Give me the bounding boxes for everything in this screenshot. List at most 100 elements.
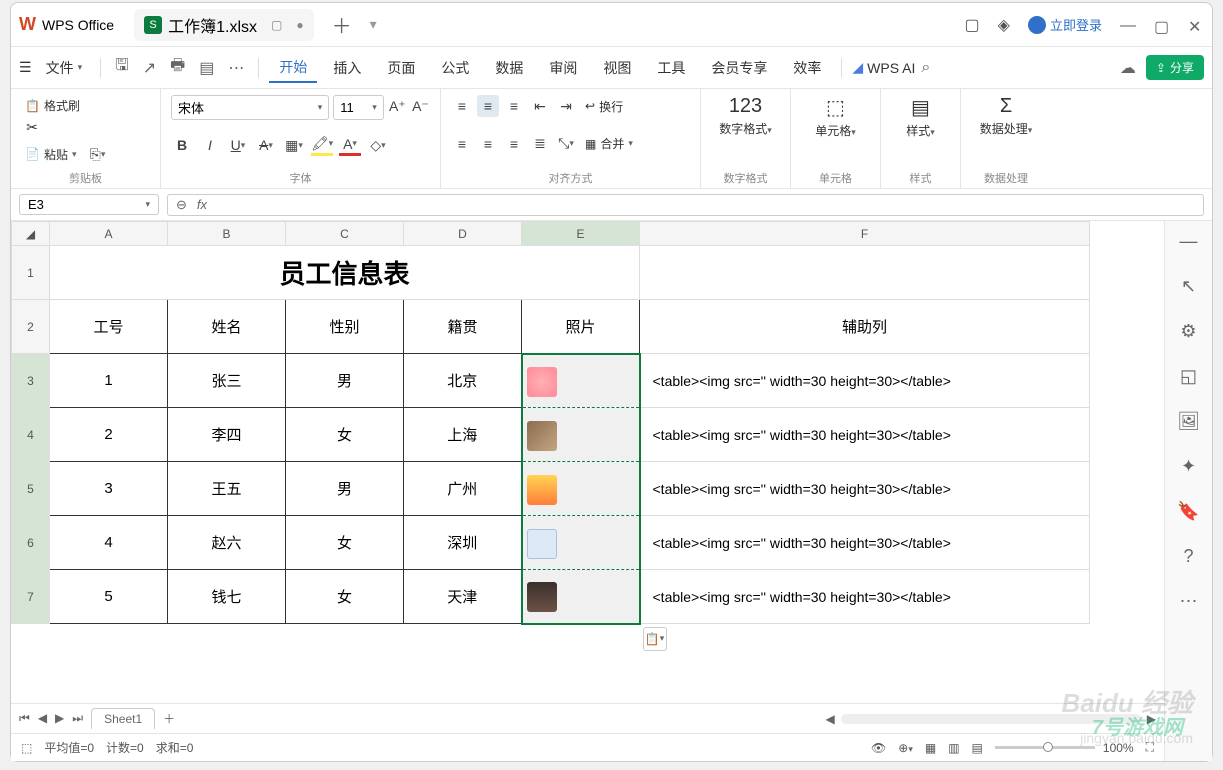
view-break-icon[interactable]: ▤ — [972, 741, 983, 755]
cell-photo[interactable] — [522, 408, 640, 462]
maximize-button[interactable]: ▢ — [1154, 17, 1170, 33]
sheet-prev-icon[interactable]: ◀ — [38, 711, 47, 726]
cell-aux[interactable]: <table><img src='' width=30 height=30></… — [640, 516, 1090, 570]
cell-photo[interactable] — [522, 354, 640, 408]
paste-button[interactable]: 📄 粘贴▾ — [21, 144, 81, 165]
cell-name[interactable]: 张三 — [168, 354, 286, 408]
menu-hamburger-icon[interactable]: ☰ — [19, 59, 32, 76]
row-header-5[interactable]: 5 — [12, 462, 50, 516]
fill-color-icon[interactable]: 🖍▾ — [311, 134, 333, 156]
login-button[interactable]: 立即登录 — [1028, 15, 1102, 34]
cell-aux[interactable]: <table><img src='' width=30 height=30></… — [640, 408, 1090, 462]
horizontal-scrollbar[interactable] — [841, 714, 1141, 724]
clear-format-icon[interactable]: ◇▾ — [367, 134, 389, 156]
side-more-icon[interactable]: ⋯ — [1180, 591, 1198, 612]
new-tab-button[interactable]: ＋ — [332, 10, 352, 39]
col-header-b[interactable]: B — [168, 222, 286, 246]
minimize-button[interactable]: — — [1120, 17, 1136, 33]
cell-name[interactable]: 钱七 — [168, 570, 286, 624]
bold-icon[interactable]: B — [171, 134, 193, 156]
cell-id[interactable]: 2 — [50, 408, 168, 462]
cell-aux[interactable]: <table><img src='' width=30 height=30></… — [640, 570, 1090, 624]
cut-icon[interactable]: ✂ — [21, 116, 43, 138]
header-photo[interactable]: 照片 — [522, 300, 640, 354]
tab-formula[interactable]: 公式 — [431, 54, 479, 82]
hscroll-left-icon[interactable]: ◀ — [826, 712, 835, 726]
side-cursor-icon[interactable]: ↖ — [1181, 276, 1196, 297]
view-page-icon[interactable]: ▥ — [948, 741, 959, 755]
record-macro-icon[interactable]: ⬚ — [21, 741, 32, 755]
wrap-button[interactable]: ↩ 换行 — [581, 96, 627, 117]
cell-place[interactable]: 深圳 — [404, 516, 522, 570]
header-name[interactable]: 姓名 — [168, 300, 286, 354]
underline-icon[interactable]: U▾ — [227, 134, 249, 156]
italic-icon[interactable]: I — [199, 134, 221, 156]
col-header-f[interactable]: F — [640, 222, 1090, 246]
header-sex[interactable]: 性别 — [286, 300, 404, 354]
add-sheet-button[interactable]: ＋ — [163, 710, 175, 727]
table-title[interactable]: 员工信息表 — [50, 246, 640, 300]
cell-name[interactable]: 王五 — [168, 462, 286, 516]
cell-id[interactable]: 4 — [50, 516, 168, 570]
tab-tools[interactable]: 工具 — [647, 54, 695, 82]
copy-icon[interactable]: ⎘▾ — [87, 143, 109, 165]
format-painter-button[interactable]: 📋 格式刷 — [21, 95, 150, 116]
tab-page[interactable]: 页面 — [377, 54, 425, 82]
view-normal-icon[interactable]: ▦ — [925, 741, 936, 755]
cell-name[interactable]: 赵六 — [168, 516, 286, 570]
side-tools-icon[interactable]: ✦ — [1181, 456, 1196, 477]
sheet-next-icon[interactable]: ▶ — [55, 711, 64, 726]
share-button[interactable]: ⇪分享 — [1146, 55, 1204, 80]
cell-id[interactable]: 1 — [50, 354, 168, 408]
merge-button[interactable]: ▦ 合并▾ — [581, 133, 637, 154]
font-name-select[interactable]: 宋体▾ — [171, 95, 329, 120]
cell-f1[interactable] — [640, 246, 1090, 300]
cloud-icon[interactable]: ☁ — [1116, 58, 1140, 78]
cell-aux[interactable]: <table><img src='' width=30 height=30></… — [640, 462, 1090, 516]
indent-right-icon[interactable]: ⇥ — [555, 95, 577, 117]
font-grow-icon[interactable]: A⁺ — [388, 95, 407, 117]
export-icon[interactable]: ↗ — [139, 58, 160, 78]
spreadsheet-grid[interactable]: ◢ A B C D E F 1 员工信息表 2 — [11, 221, 1164, 703]
font-color-icon[interactable]: A▾ — [339, 134, 361, 156]
col-header-d[interactable]: D — [404, 222, 522, 246]
data-process-button[interactable]: Σ数据处理▾ — [971, 95, 1041, 137]
cell-place[interactable]: 北京 — [404, 354, 522, 408]
tab-review[interactable]: 审阅 — [539, 54, 587, 82]
cell-sex[interactable]: 女 — [286, 408, 404, 462]
search-icon[interactable]: ⌕ — [921, 59, 930, 77]
row-header-1[interactable]: 1 — [12, 246, 50, 300]
align-top-icon[interactable]: ≡ — [451, 95, 473, 117]
side-settings-icon[interactable]: ⚙ — [1180, 321, 1196, 342]
print-icon[interactable]: 🖶 — [166, 54, 189, 81]
tab-efficiency[interactable]: 效率 — [783, 54, 831, 82]
sheet-first-icon[interactable]: ⏮ — [19, 711, 30, 726]
document-tab[interactable]: S 工作簿1.xlsx ▢ ● — [134, 9, 314, 41]
preview-icon[interactable]: ▤ — [195, 58, 218, 78]
style-button[interactable]: ▤样式▾ — [891, 95, 950, 139]
tab-menu-icon[interactable]: ▾ — [370, 16, 377, 33]
cell-sex[interactable]: 女 — [286, 516, 404, 570]
cell-photo[interactable]: 📋▾ — [522, 570, 640, 624]
header-id[interactable]: 工号 — [50, 300, 168, 354]
cell-sex[interactable]: 女 — [286, 570, 404, 624]
name-box[interactable]: E3▾ — [19, 194, 159, 215]
font-size-select[interactable]: 11▾ — [333, 95, 384, 120]
formula-input[interactable]: ⊖ fx — [167, 194, 1204, 216]
align-justify-icon[interactable]: ≣ — [529, 133, 551, 155]
side-bookmark-icon[interactable]: 🔖 — [1177, 501, 1199, 522]
cell-button[interactable]: ⬚单元格▾ — [801, 95, 870, 139]
side-image-icon[interactable]: 🖼 — [1177, 411, 1200, 432]
cell-place[interactable]: 广州 — [404, 462, 522, 516]
cell-place[interactable]: 上海 — [404, 408, 522, 462]
row-header-6[interactable]: 6 — [12, 516, 50, 570]
tab-start[interactable]: 开始 — [269, 53, 317, 83]
row-header-7[interactable]: 7 — [12, 570, 50, 624]
strikethrough-icon[interactable]: A▾ — [255, 134, 277, 156]
fullscreen-icon[interactable]: ⛶ — [1146, 740, 1154, 755]
zoom-out-icon[interactable]: ⊖ — [176, 197, 187, 213]
cell-photo[interactable] — [522, 516, 640, 570]
cell-sex[interactable]: 男 — [286, 462, 404, 516]
fx-icon[interactable]: fx — [197, 197, 207, 212]
col-header-a[interactable]: A — [50, 222, 168, 246]
